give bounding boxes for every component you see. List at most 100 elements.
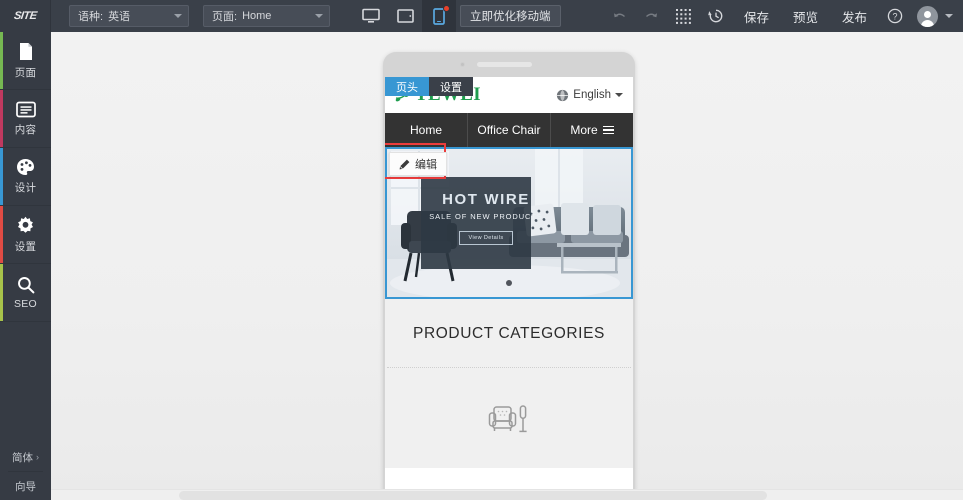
- language-select-value: 英语: [108, 8, 130, 24]
- undo-button[interactable]: [604, 0, 636, 32]
- avatar-body: [921, 20, 934, 27]
- svg-text:?: ?: [892, 11, 897, 21]
- horizontal-scrollbar[interactable]: [51, 489, 963, 500]
- app-logo[interactable]: SITE: [0, 0, 51, 32]
- page-select-value: Home: [242, 10, 271, 22]
- undo-icon: [612, 10, 627, 23]
- nav-item-more[interactable]: More: [551, 113, 633, 147]
- sidebar-accent: [0, 206, 3, 263]
- sidebar-accent: [0, 90, 3, 147]
- sidebar-guide-button[interactable]: 向导: [0, 472, 51, 500]
- sidebar-item-label: 设计: [15, 180, 37, 195]
- language-select[interactable]: 语种: 英语: [69, 5, 189, 27]
- overlay-tab-header[interactable]: 页头: [385, 77, 429, 96]
- avatar-head: [924, 11, 931, 18]
- sidebar-item-design[interactable]: 设计: [0, 148, 51, 206]
- sidebar-item-seo[interactable]: SEO: [0, 264, 51, 322]
- phone-camera: [460, 62, 465, 67]
- sidebar-item-label: 页面: [15, 65, 37, 80]
- site-header[interactable]: TEWEI English 页头 设置: [385, 77, 633, 113]
- save-button[interactable]: 保存: [732, 0, 781, 32]
- redo-button[interactable]: [636, 0, 668, 32]
- sidebar-locale-label: 简体: [12, 450, 33, 465]
- sidebar-item-content[interactable]: 内容: [0, 90, 51, 148]
- desktop-view-button[interactable]: [354, 0, 388, 32]
- armchair-lamp-icon: [485, 394, 533, 442]
- horizontal-scrollbar-thumb[interactable]: [179, 491, 767, 500]
- search-icon: [17, 276, 35, 294]
- site-language-label: English: [573, 89, 611, 101]
- chevron-down-icon: [174, 14, 182, 18]
- mobile-view-button[interactable]: [422, 0, 456, 32]
- content-icon: [16, 101, 36, 118]
- sidebar-item-label: 内容: [15, 122, 37, 137]
- product-categories-body: [385, 368, 633, 468]
- chevron-right-icon: ›: [36, 452, 39, 462]
- top-toolbar: SITE 语种: 英语 页面: Home: [0, 0, 963, 32]
- edit-button[interactable]: 编辑: [389, 152, 447, 176]
- account-menu-chevron-down-icon[interactable]: [945, 14, 953, 18]
- sidebar-accent: [0, 32, 3, 89]
- product-categories-title: PRODUCT CATEGORIES: [385, 299, 633, 367]
- help-button[interactable]: ?: [879, 0, 911, 32]
- mobile-notification-badge: [443, 5, 450, 12]
- banner-text-block: HOT WIRE SALE OF NEW PRODUCTS View Detai…: [421, 191, 551, 245]
- nav-item-more-label: More: [570, 123, 597, 137]
- site-language-selector[interactable]: English: [556, 89, 623, 102]
- page-icon: [18, 42, 34, 61]
- grid-icon: [676, 9, 691, 24]
- palette-icon: [16, 158, 35, 176]
- chevron-down-icon: [615, 93, 623, 97]
- nav-item-office-chair[interactable]: Office Chair: [468, 113, 551, 147]
- help-icon: ?: [887, 8, 903, 24]
- chevron-down-icon: [315, 14, 323, 18]
- app-logo-text: SITE: [13, 10, 37, 22]
- header-overlay-tabs: 页头 设置: [385, 77, 473, 96]
- site-nav: Home Office Chair More: [385, 113, 633, 147]
- pencil-icon: [399, 159, 410, 170]
- left-sidebar: 页面 内容 设计 设置: [0, 32, 51, 500]
- language-select-label: 语种:: [78, 8, 103, 24]
- banner-carousel-dots: [385, 273, 633, 291]
- edit-button-label: 编辑: [415, 156, 437, 172]
- device-switcher: 立即优化移动端: [354, 0, 561, 32]
- preview-screen[interactable]: TEWEI English 页头 设置: [385, 77, 633, 495]
- banner-section[interactable]: HOT WIRE SALE OF NEW PRODUCTS View Detai…: [385, 147, 633, 299]
- gear-icon: [16, 216, 35, 235]
- globe-icon: [556, 89, 569, 102]
- editor-canvas[interactable]: TEWEI English 页头 设置: [51, 32, 963, 500]
- sidebar-item-label: SEO: [14, 298, 37, 310]
- sidebar-bottom-group: 简体 › 向导: [0, 443, 51, 500]
- carousel-dot[interactable]: [506, 280, 512, 286]
- nav-item-home[interactable]: Home: [385, 113, 468, 147]
- banner-cta-button[interactable]: View Details: [459, 231, 514, 245]
- sidebar-locale-switch[interactable]: 简体 ›: [0, 443, 51, 471]
- history-icon: [708, 8, 724, 24]
- banner-title: HOT WIRE: [421, 191, 551, 208]
- history-button[interactable]: [700, 0, 732, 32]
- sidebar-accent: [0, 148, 3, 205]
- overlay-tab-settings[interactable]: 设置: [429, 77, 473, 96]
- page-select[interactable]: 页面: Home: [203, 5, 330, 27]
- sidebar-item-pages[interactable]: 页面: [0, 32, 51, 90]
- product-categories-section[interactable]: PRODUCT CATEGORIES: [385, 299, 633, 468]
- avatar[interactable]: [917, 6, 938, 27]
- page-select-label: 页面:: [212, 8, 237, 24]
- mobile-preview-frame: TEWEI English 页头 设置: [383, 52, 635, 500]
- toolbar-actions: 保存 预览 发布 ?: [604, 0, 963, 32]
- optimize-mobile-button[interactable]: 立即优化移动端: [460, 5, 561, 27]
- tablet-icon: [397, 9, 414, 23]
- tablet-view-button[interactable]: [388, 0, 422, 32]
- grid-toggle-button[interactable]: [668, 0, 700, 32]
- desktop-icon: [362, 8, 380, 24]
- redo-icon: [644, 10, 659, 23]
- sidebar-item-label: 设置: [15, 239, 37, 254]
- publish-button[interactable]: 发布: [830, 0, 879, 32]
- sidebar-accent: [0, 264, 3, 321]
- preview-button[interactable]: 预览: [781, 0, 830, 32]
- hamburger-menu-icon: [603, 124, 614, 137]
- phone-speaker: [477, 62, 532, 67]
- sidebar-item-settings[interactable]: 设置: [0, 206, 51, 264]
- banner-subtitle: SALE OF NEW PRODUCTS: [421, 212, 551, 221]
- phone-top-bezel: [383, 52, 635, 77]
